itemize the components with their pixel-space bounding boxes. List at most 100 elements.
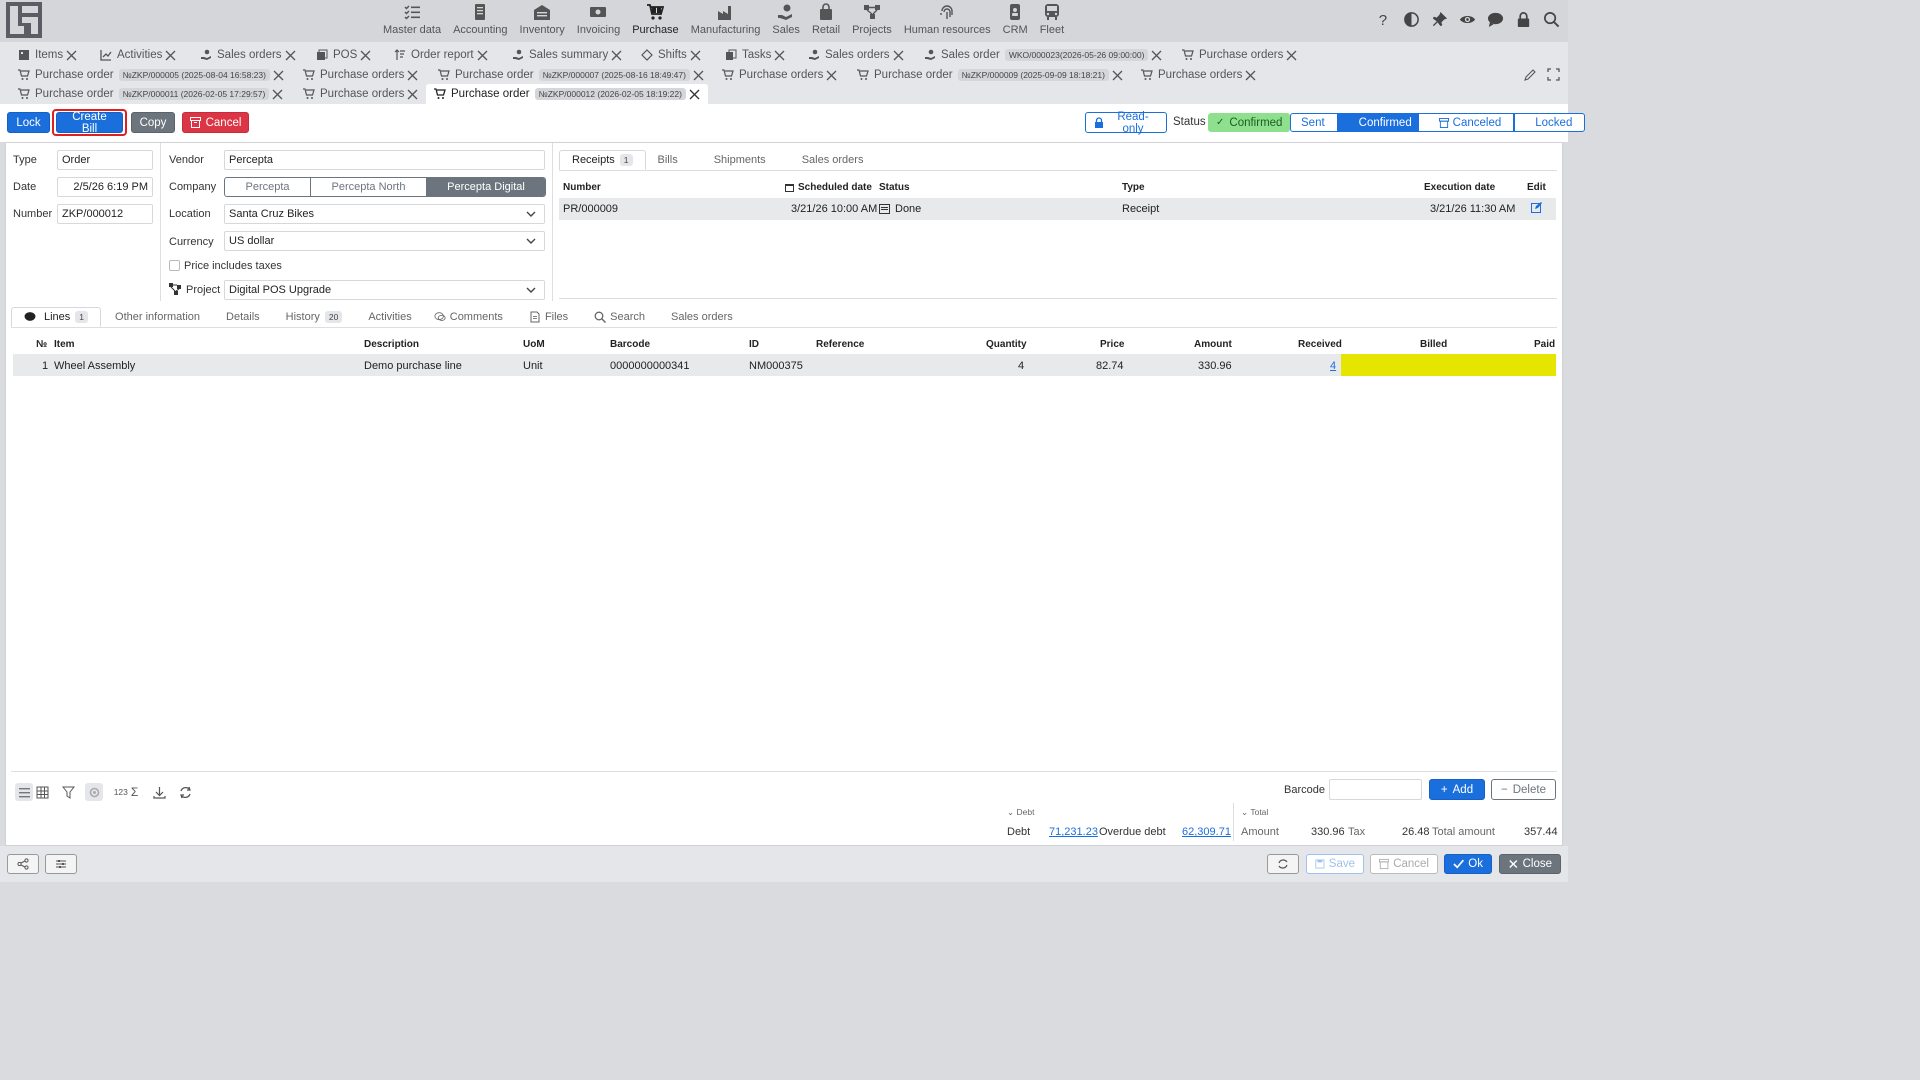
module-accounting[interactable]: Accounting: [447, 2, 513, 40]
save-button[interactable]: Save: [1306, 854, 1364, 874]
tab-comments[interactable]: Comments: [424, 307, 515, 327]
eye-icon[interactable]: [1458, 10, 1476, 28]
close-icon[interactable]: [360, 50, 371, 61]
close-button[interactable]: Close: [1499, 854, 1561, 874]
price-taxes-checkbox[interactable]: [169, 260, 180, 271]
close-icon[interactable]: [273, 70, 284, 81]
project-select[interactable]: Digital POS Upgrade: [224, 280, 545, 300]
download-icon[interactable]: [150, 783, 168, 801]
company-option[interactable]: Percepta: [225, 178, 311, 196]
close-icon[interactable]: [893, 50, 904, 61]
tab-purchase-orders-4[interactable]: Purchase orders: [1141, 65, 1256, 85]
col-type[interactable]: Type: [1122, 182, 1145, 193]
pencil-icon[interactable]: [1524, 68, 1537, 84]
step-sent[interactable]: Sent: [1290, 113, 1338, 132]
col-quantity[interactable]: Quantity: [986, 339, 1027, 350]
line-received-link[interactable]: 4: [1330, 360, 1336, 372]
help-icon[interactable]: ?: [1374, 10, 1392, 28]
cancel-button[interactable]: Cancel: [182, 112, 249, 133]
col-description[interactable]: Description: [364, 339, 419, 350]
tab-items[interactable]: Items: [18, 45, 77, 65]
col-item[interactable]: Item: [54, 339, 75, 350]
delete-button[interactable]: − Delete: [1491, 779, 1556, 800]
step-canceled[interactable]: Canceled: [1417, 113, 1515, 132]
lock-icon[interactable]: [1514, 10, 1532, 28]
close-icon[interactable]: [690, 50, 701, 61]
close-icon[interactable]: [689, 89, 700, 100]
contrast-icon[interactable]: [1402, 10, 1420, 28]
close-icon[interactable]: [1286, 50, 1297, 61]
close-icon[interactable]: [774, 50, 785, 61]
tab-files[interactable]: Files: [515, 307, 580, 327]
tab-pos[interactable]: POS: [316, 45, 371, 65]
fullscreen-icon[interactable]: [1547, 68, 1560, 84]
module-retail[interactable]: Retail: [806, 2, 846, 40]
tab-purchase-orders[interactable]: Purchase orders: [1182, 45, 1297, 65]
step-locked[interactable]: Locked: [1514, 113, 1586, 132]
tab-purchase-order-9[interactable]: Purchase order №ZKP/000009 (2025-09-09 18…: [857, 65, 1123, 85]
close-icon[interactable]: [693, 70, 704, 81]
close-icon[interactable]: [407, 89, 418, 100]
col-uom[interactable]: UoM: [523, 339, 545, 350]
read-only-button[interactable]: Read-only: [1085, 111, 1167, 135]
col-number[interactable]: Number: [563, 182, 601, 193]
tab-shipments[interactable]: Shipments: [690, 150, 778, 170]
debt-header[interactable]: ⌄ Debt: [1007, 807, 1034, 818]
col-price[interactable]: Price: [1100, 339, 1124, 350]
lock-button[interactable]: Lock: [7, 112, 50, 133]
options-button[interactable]: [45, 854, 77, 874]
col-barcode[interactable]: Barcode: [610, 339, 650, 350]
currency-select[interactable]: US dollar: [224, 231, 545, 251]
tab-receipts[interactable]: Receipts 1: [559, 150, 646, 170]
table-row[interactable]: [559, 198, 1556, 220]
tab-activities[interactable]: Activities: [100, 45, 176, 65]
overdue-link[interactable]: 62,309.71: [1182, 826, 1231, 838]
tab-other-information[interactable]: Other information: [101, 307, 212, 327]
grid-view-icon[interactable]: [33, 783, 51, 801]
close-icon[interactable]: [272, 89, 283, 100]
close-icon[interactable]: [1151, 50, 1162, 61]
copy-button[interactable]: Copy: [131, 112, 175, 133]
app-logo[interactable]: [6, 2, 42, 38]
close-icon[interactable]: [165, 50, 176, 61]
debt-link[interactable]: 71,231.23: [1049, 826, 1098, 838]
tab-purchase-order-7[interactable]: Purchase order №ZKP/000007 (2025-08-16 18…: [438, 65, 704, 85]
tab-shifts[interactable]: Shifts: [641, 45, 701, 65]
ok-button[interactable]: Ok: [1444, 854, 1492, 874]
module-human-resources[interactable]: Human resources: [898, 2, 997, 40]
barcode-input[interactable]: [1329, 779, 1422, 800]
close-icon[interactable]: [477, 50, 488, 61]
reload-button[interactable]: [1267, 854, 1299, 874]
tab-purchase-order-5[interactable]: Purchase order №ZKP/000005 (2025-08-04 16…: [18, 65, 284, 85]
close-icon[interactable]: [611, 50, 622, 61]
form-cancel-button[interactable]: Cancel: [1370, 854, 1438, 874]
col-billed[interactable]: Billed: [1420, 339, 1447, 350]
col-scheduled-date[interactable]: Scheduled date: [785, 182, 872, 193]
tab-purchase-orders-2[interactable]: Purchase orders: [303, 65, 418, 85]
tab-search[interactable]: Search: [580, 307, 657, 327]
total-header[interactable]: ⌄ Total: [1241, 807, 1268, 818]
close-icon[interactable]: [1245, 70, 1256, 81]
tab-sales-orders[interactable]: Sales orders: [657, 307, 745, 327]
list-view-icon[interactable]: [15, 783, 33, 801]
tab-activities[interactable]: Activities: [354, 307, 423, 327]
tab-history[interactable]: History 20: [272, 307, 355, 327]
settings-icon[interactable]: [85, 783, 103, 801]
tab-purchase-orders-5[interactable]: Purchase orders: [303, 84, 418, 104]
col-amount[interactable]: Amount: [1194, 339, 1232, 350]
share-button[interactable]: [7, 854, 39, 874]
tab-sales-summary[interactable]: Sales summary: [512, 45, 622, 65]
filter-icon[interactable]: [59, 783, 77, 801]
close-icon[interactable]: [1112, 70, 1123, 81]
tab-sales-orders-2[interactable]: Sales orders: [808, 45, 904, 65]
close-icon[interactable]: [285, 50, 296, 61]
module-fleet[interactable]: Fleet: [1034, 2, 1070, 40]
module-crm[interactable]: CRM: [997, 2, 1034, 40]
module-purchase[interactable]: Purchase: [626, 2, 684, 40]
tab-sales-orders[interactable]: Sales orders: [200, 45, 296, 65]
company-option[interactable]: Percepta North: [311, 178, 427, 196]
close-icon[interactable]: [66, 50, 77, 61]
close-icon[interactable]: [826, 70, 837, 81]
col-reference[interactable]: Reference: [816, 339, 864, 350]
col-status[interactable]: Status: [879, 182, 910, 193]
